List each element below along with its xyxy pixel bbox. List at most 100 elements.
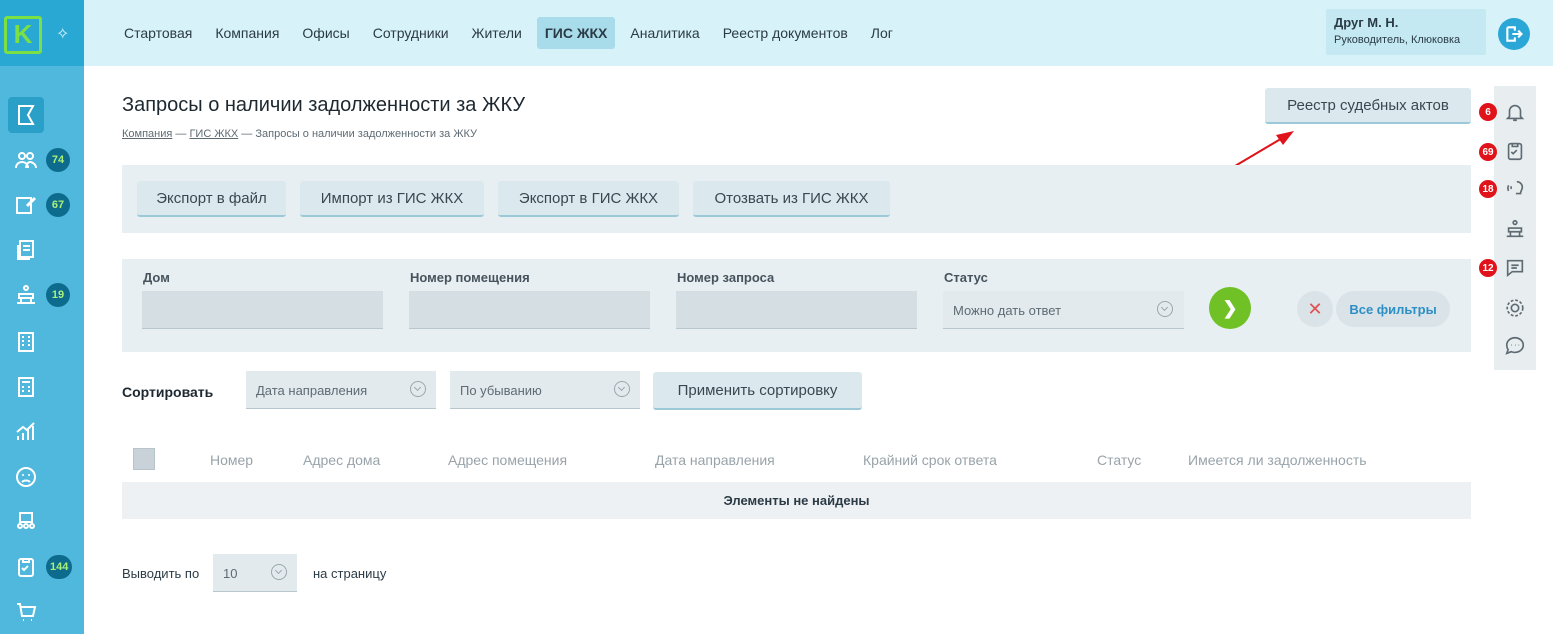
- staff-badge: 19: [46, 283, 70, 307]
- export-file-button[interactable]: Экспорт в файл: [137, 181, 286, 217]
- column-header-sent-date[interactable]: Дата направления: [655, 452, 775, 468]
- column-header-status[interactable]: Статус: [1097, 452, 1141, 468]
- tasks-rail-badge: 69: [1479, 143, 1497, 161]
- breadcrumb-company[interactable]: Компания: [122, 128, 172, 140]
- room-label: Номер помещения: [410, 270, 530, 285]
- select-all-checkbox[interactable]: [133, 448, 155, 470]
- status-label: Статус: [944, 270, 988, 285]
- export-gis-button[interactable]: Экспорт в ГИС ЖКХ: [498, 181, 679, 217]
- chevron-down-icon: [1157, 301, 1173, 317]
- close-icon: ✕: [1307, 298, 1323, 319]
- nav-item-offices[interactable]: Офисы: [294, 17, 357, 49]
- revoke-gis-button[interactable]: Отозвать из ГИС ЖКХ: [693, 181, 890, 217]
- sad-face-icon: [8, 459, 44, 495]
- voice-icon[interactable]: [1502, 176, 1528, 202]
- building-icon: [8, 324, 44, 360]
- room-input[interactable]: [409, 291, 650, 329]
- chat-icon[interactable]: [1502, 333, 1528, 359]
- house-input[interactable]: [142, 291, 383, 329]
- logo[interactable]: K: [4, 16, 42, 54]
- logout-button[interactable]: [1498, 18, 1530, 50]
- per-page-value: 10: [223, 566, 238, 581]
- breadcrumb-sep: —: [175, 128, 187, 140]
- column-header-house-address[interactable]: Адрес дома: [303, 452, 380, 468]
- chart-icon: [8, 414, 44, 450]
- sort-field-select[interactable]: Дата направления: [246, 371, 436, 409]
- sidebar: K ✧ 74 67 19 144: [0, 0, 84, 634]
- house-label: Дом: [143, 270, 170, 285]
- nav-item-analytics[interactable]: Аналитика: [622, 17, 707, 49]
- residents-badge: 74: [46, 148, 70, 172]
- breadcrumb: Компания — ГИС ЖКХ — Запросы о наличии з…: [122, 128, 477, 140]
- apply-sort-button[interactable]: Применить сортировку: [653, 372, 862, 410]
- apply-filter-button[interactable]: ❯: [1209, 287, 1251, 329]
- sidebar-item-shop[interactable]: [8, 593, 78, 631]
- empty-table-message: Элементы не найдены: [122, 482, 1471, 519]
- settings-icon[interactable]: [1502, 295, 1528, 321]
- per-page-prefix: Выводить по: [122, 566, 200, 581]
- nav-item-employees[interactable]: Сотрудники: [365, 17, 457, 49]
- pin-icon[interactable]: ✧: [56, 24, 69, 44]
- clear-filter-button[interactable]: ✕: [1297, 291, 1333, 327]
- column-header-number[interactable]: Номер: [210, 452, 253, 468]
- breadcrumb-sep: —: [241, 128, 253, 140]
- sort-field-value: Дата направления: [256, 383, 368, 398]
- sort-order-select[interactable]: По убыванию: [450, 371, 640, 409]
- per-page-suffix: на страницу: [313, 566, 387, 581]
- column-header-deadline[interactable]: Крайний срок ответа: [863, 452, 997, 468]
- court-acts-registry-button[interactable]: Реестр судебных актов: [1265, 88, 1471, 124]
- sidebar-item-buildings[interactable]: [8, 323, 78, 361]
- notifications-badge: 6: [1479, 103, 1497, 121]
- sidebar-item-team[interactable]: [8, 503, 78, 541]
- request-input[interactable]: [676, 291, 917, 329]
- message-icon[interactable]: [1502, 255, 1528, 281]
- cart-icon: [8, 594, 44, 630]
- column-header-room-address[interactable]: Адрес помещения: [448, 452, 567, 468]
- user-role: Руководитель, Клюковка: [1334, 34, 1461, 46]
- page-title: Запросы о наличии задолженности за ЖКУ: [122, 94, 526, 116]
- sidebar-item-documents[interactable]: [8, 231, 78, 269]
- main-nav: Стартовая Компания Офисы Сотрудники Жите…: [116, 17, 908, 49]
- column-header-debt[interactable]: Имеется ли задолженность: [1188, 452, 1367, 468]
- edit-badge: 67: [46, 193, 70, 217]
- sidebar-item-staff[interactable]: 19: [8, 276, 78, 314]
- tasks-badge: 144: [46, 555, 73, 579]
- nav-item-start[interactable]: Стартовая: [116, 17, 200, 49]
- nav-item-residents[interactable]: Жители: [464, 17, 530, 49]
- people-icon: [8, 142, 44, 178]
- per-page-select[interactable]: 10: [213, 554, 297, 592]
- calls-badge: 18: [1479, 180, 1497, 198]
- staff-icon[interactable]: [1502, 216, 1528, 242]
- staff-icon: [8, 277, 44, 313]
- sidebar-item-analytics[interactable]: [8, 413, 78, 451]
- team-icon: [8, 504, 44, 540]
- chevron-down-icon: [410, 381, 426, 397]
- breadcrumb-gis[interactable]: ГИС ЖКХ: [189, 128, 238, 140]
- sort-order-value: По убыванию: [460, 383, 542, 398]
- user-profile[interactable]: Друг М. Н. Руководитель, Клюковка: [1326, 9, 1486, 55]
- nav-item-gis[interactable]: ГИС ЖКХ: [536, 17, 616, 49]
- breadcrumb-current: Запросы о наличии задолженности за ЖКУ: [255, 128, 478, 140]
- sidebar-item-calculator[interactable]: [8, 368, 78, 406]
- user-name: Друг М. Н.: [1334, 15, 1399, 30]
- messages-badge: 12: [1479, 259, 1497, 277]
- sidebar-item-complaints[interactable]: [8, 458, 78, 496]
- sidebar-item-residents[interactable]: 74: [8, 141, 78, 179]
- nav-item-log[interactable]: Лог: [863, 17, 901, 49]
- all-filters-button[interactable]: Все фильтры: [1336, 291, 1450, 327]
- sidebar-item-tasks[interactable]: 144: [8, 548, 78, 586]
- status-select[interactable]: Можно дать ответ: [943, 291, 1184, 329]
- nav-item-registry[interactable]: Реестр документов: [715, 17, 856, 49]
- chevron-down-icon: [614, 381, 630, 397]
- sidebar-item-edit[interactable]: 67: [8, 186, 78, 224]
- clipboard-icon[interactable]: [1502, 138, 1528, 164]
- sort-label: Сортировать: [122, 384, 214, 400]
- import-gis-button[interactable]: Импорт из ГИС ЖКХ: [300, 181, 484, 217]
- sidebar-item-home[interactable]: [8, 96, 78, 134]
- status-select-value: Можно дать ответ: [953, 303, 1062, 318]
- bell-icon[interactable]: [1502, 99, 1528, 125]
- edit-icon: [8, 187, 44, 223]
- nav-item-company[interactable]: Компания: [207, 17, 287, 49]
- top-bar: Стартовая Компания Офисы Сотрудники Жите…: [84, 0, 1553, 66]
- logout-icon: [1506, 26, 1523, 42]
